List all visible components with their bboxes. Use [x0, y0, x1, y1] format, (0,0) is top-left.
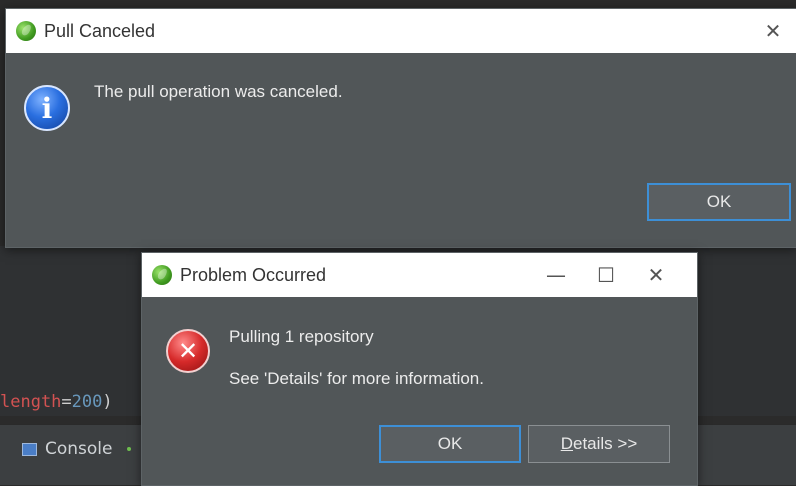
error-icon: ✕ [166, 329, 210, 373]
ok-button[interactable]: OK [647, 183, 791, 221]
tab-console[interactable]: Console [22, 439, 131, 459]
minimize-icon: — [546, 263, 566, 287]
dialog-titlebar[interactable]: Pull Canceled ✕ [6, 9, 796, 53]
maximize-button[interactable]: ☐ [583, 253, 629, 297]
dialog-title: Problem Occurred [180, 264, 327, 285]
close-button[interactable]: ✕ [750, 9, 796, 53]
close-button[interactable]: ✕ [633, 253, 679, 297]
console-icon [22, 442, 37, 456]
info-icon: i [24, 85, 70, 131]
status-dot-icon [126, 447, 131, 451]
ok-button[interactable]: OK [379, 425, 521, 463]
minimize-button[interactable]: — [533, 253, 579, 297]
code-line: length=200) [0, 392, 113, 412]
details-label: etails >> [573, 434, 638, 453]
code-number: 200 [71, 392, 103, 412]
eclipse-app-icon [16, 21, 36, 41]
code-identifier: length [0, 392, 62, 412]
details-mnemonic: D [560, 434, 573, 453]
code-operator: = [61, 392, 72, 412]
problem-occurred-dialog: Problem Occurred — ☐ ✕ ✕ Pulling 1 repos… [141, 252, 698, 486]
dialog-message-line1: Pulling 1 repository [229, 327, 374, 346]
dialog-message-line2: See 'Details' for more information. [229, 369, 484, 388]
eclipse-app-icon [152, 265, 172, 285]
dialog-message: The pull operation was canceled. [94, 82, 343, 101]
dialog-title: Pull Canceled [44, 20, 156, 41]
code-paren: ) [102, 392, 113, 412]
close-icon: ✕ [764, 19, 782, 43]
details-button[interactable]: Details >> [528, 425, 670, 463]
tab-console-label: Console [45, 439, 113, 459]
close-icon: ✕ [647, 263, 665, 287]
pull-canceled-dialog: Pull Canceled ✕ i The pull operation was… [5, 8, 796, 248]
maximize-icon: ☐ [597, 263, 615, 287]
dialog-titlebar[interactable]: Problem Occurred — ☐ ✕ [142, 253, 697, 297]
